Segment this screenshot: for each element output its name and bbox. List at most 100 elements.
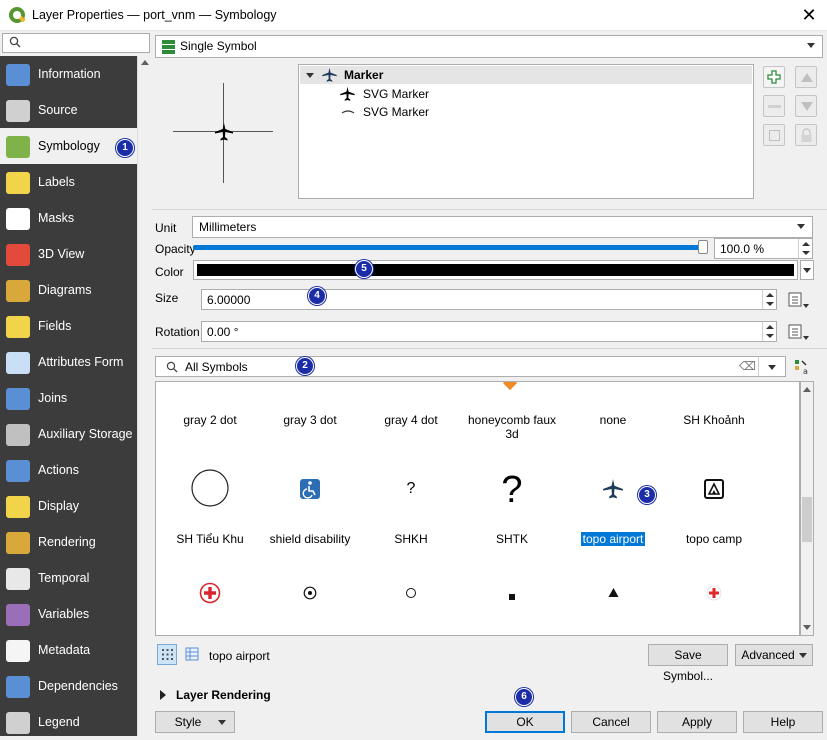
symbol-cell-label[interactable]: topo camp (664, 532, 764, 546)
symbol-search-value: All Symbols (185, 360, 248, 374)
magnifier-icon (166, 361, 178, 373)
small-square-icon[interactable] (462, 589, 562, 603)
remove-symbol-layer-button[interactable] (763, 95, 785, 117)
question-small-icon[interactable]: ? (361, 480, 461, 498)
sidebar-item-dependencies[interactable]: Dependencies (0, 668, 137, 704)
chevron-down-icon[interactable] (768, 365, 776, 370)
sidebar-item-rendering[interactable]: Rendering (0, 524, 137, 560)
symbol-cell-label[interactable]: shield disability (260, 532, 360, 546)
sidebar-item-source[interactable]: Source (0, 92, 137, 128)
size-value: 6.00000 (207, 293, 251, 307)
cancel-button[interactable]: Cancel (571, 711, 651, 733)
plus-icon (767, 70, 781, 84)
symbol-cell-label[interactable]: SH Khoảnh (664, 413, 764, 427)
lock-layer-button[interactable] (795, 124, 817, 146)
help-button[interactable]: Help (743, 711, 823, 733)
collapse-arrow-icon[interactable] (306, 73, 314, 78)
symbol-cell-label[interactable]: gray 3 dot (260, 413, 360, 427)
symbol-grid: gray 2 dot gray 3 dot gray 4 dot honeyco… (155, 381, 800, 636)
joins-icon (6, 388, 30, 410)
icon-view-button[interactable] (157, 644, 177, 665)
renderer-combo[interactable]: Single Symbol (155, 35, 823, 58)
symbol-search-input[interactable]: All Symbols ⌫ (155, 356, 786, 377)
symbol-cell-label[interactable]: gray 4 dot (361, 413, 461, 427)
wheelchair-icon[interactable] (260, 478, 360, 503)
tree-row-marker[interactable]: Marker (300, 66, 752, 84)
dot-circle-icon[interactable] (260, 586, 360, 603)
circle-outline-icon[interactable] (160, 468, 260, 511)
add-symbol-layer-button[interactable] (763, 66, 785, 88)
sidebar-item-metadata[interactable]: Metadata (0, 632, 137, 668)
list-view-button[interactable] (182, 644, 202, 665)
symbol-cell-label[interactable]: SH Tiểu Khu (160, 532, 260, 546)
sidebar-item-variables[interactable]: Variables (0, 596, 137, 632)
unit-combo[interactable]: Millimeters (192, 216, 813, 238)
sidebar-item-auxiliary-storage[interactable]: Auxiliary Storage (0, 416, 137, 452)
symbol-grid-scrollbar[interactable] (800, 381, 814, 636)
variables-icon (6, 604, 30, 626)
red-cross-icon[interactable] (664, 585, 764, 604)
layer-rendering-toggle[interactable]: Layer Rendering (160, 688, 360, 703)
fields-icon (6, 316, 30, 338)
symbol-cell-label[interactable]: SHTK (462, 532, 562, 546)
sidebar-item-label: Information (38, 67, 101, 81)
rotation-data-defined-button[interactable] (787, 322, 811, 342)
sidebar-item-attributes-form[interactable]: Attributes Form (0, 344, 137, 380)
unit-label: Unit (155, 221, 177, 235)
temporal-clock-icon (6, 568, 30, 590)
triangle-icon[interactable] (563, 587, 663, 601)
ok-button[interactable]: OK (485, 711, 565, 733)
chevron-down-icon (218, 720, 226, 725)
sidebar-item-diagrams[interactable]: Diagrams (0, 272, 137, 308)
sidebar-item-label: Fields (38, 319, 72, 333)
move-down-button[interactable] (795, 95, 817, 117)
sidebar-item-temporal[interactable]: Temporal (0, 560, 137, 596)
magnifier-icon (9, 36, 21, 51)
sidebar-item-display[interactable]: Display (0, 488, 137, 524)
clear-search-icon[interactable]: ⌫ (739, 359, 756, 373)
sidebar-item-label: Source (38, 103, 78, 117)
sidebar-item-joins[interactable]: Joins (0, 380, 137, 416)
sidebar-item-actions[interactable]: Actions (0, 452, 137, 488)
sidebar-scrollbar[interactable] (137, 56, 152, 736)
symbol-cell-label[interactable]: none (563, 413, 663, 427)
style-button[interactable]: Style (155, 711, 235, 733)
sidebar-item-fields[interactable]: Fields (0, 308, 137, 344)
apply-button[interactable]: Apply (657, 711, 737, 733)
tree-row-svg-marker-1[interactable]: SVG Marker (339, 86, 639, 104)
style-manager-icon: a (795, 360, 808, 376)
sidebar-item-label: Legend (38, 715, 80, 729)
save-symbol-button[interactable]: Save Symbol... (648, 644, 728, 683)
sidebar-item-3d-view[interactable]: 3D View (0, 236, 137, 272)
close-button[interactable]: ✕ (795, 3, 823, 27)
sidebar-search-input[interactable] (2, 33, 150, 53)
sidebar-item-information[interactable]: Information (0, 56, 137, 92)
symbol-cell-label[interactable]: gray 2 dot (160, 413, 260, 427)
color-button[interactable] (193, 260, 798, 280)
style-manager-button[interactable]: a (792, 357, 812, 377)
opacity-slider-handle[interactable] (698, 240, 708, 254)
size-data-defined-button[interactable] (787, 290, 811, 310)
tent-icon[interactable] (664, 478, 764, 503)
scrollbar-thumb[interactable] (802, 497, 812, 542)
sidebar-item-label: Masks (38, 211, 75, 225)
symbol-cell-label[interactable]: SHKH (361, 532, 461, 546)
color-dropdown-button[interactable] (800, 260, 814, 280)
small-circle-icon[interactable] (361, 587, 461, 602)
sidebar-item-masks[interactable]: Masks (0, 200, 137, 236)
advanced-button[interactable]: Advanced (735, 644, 813, 666)
question-large-icon[interactable]: ? (462, 470, 562, 510)
red-cross-circle-icon[interactable] (160, 582, 260, 607)
opacity-input[interactable]: 100.0 % (714, 238, 813, 259)
down-arrow-icon (801, 102, 813, 111)
symbol-cell-label[interactable]: honeycomb faux 3d (462, 413, 562, 441)
selected-symbol-cell[interactable]: topo airport (563, 532, 663, 546)
duplicate-layer-button[interactable] (763, 124, 785, 146)
sidebar-item-legend[interactable]: Legend (0, 704, 137, 740)
size-input[interactable]: 6.00000 (201, 289, 777, 310)
move-up-button[interactable] (795, 66, 817, 88)
opacity-slider-track[interactable] (193, 240, 708, 254)
tree-row-svg-marker-2[interactable]: SVG Marker (339, 104, 639, 122)
rotation-input[interactable]: 0.00 ° (201, 321, 777, 342)
sidebar-item-labels[interactable]: Labels (0, 164, 137, 200)
